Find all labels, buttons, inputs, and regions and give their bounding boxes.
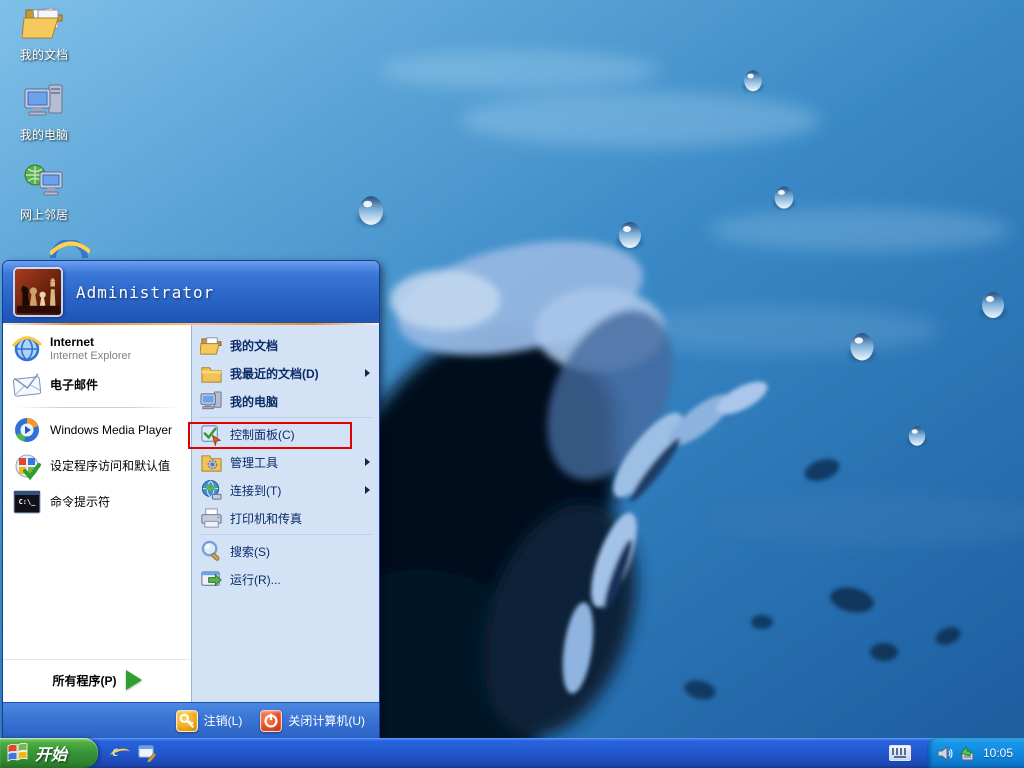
desktop-icon-label: 我的文档	[6, 49, 82, 62]
my-documents-icon	[22, 2, 66, 42]
language-bar-keyboard-icon[interactable]	[889, 745, 911, 761]
command-prompt-icon	[12, 487, 42, 517]
desktop-icon-my-computer[interactable]: 我的电脑	[6, 82, 82, 142]
menu-item-title: Internet	[50, 335, 131, 350]
start-button-label: 开始	[35, 741, 67, 765]
quick-launch-show-desktop[interactable]	[138, 744, 156, 762]
menu-item-subtitle: Internet Explorer	[50, 350, 131, 363]
system-tray: 10:05	[927, 738, 1024, 768]
menu-item-my-documents[interactable]: 我的文档	[192, 331, 379, 359]
menu-item-my-computer[interactable]: 我的电脑	[192, 387, 379, 415]
menu-item-connect-to[interactable]: 连接到(T)	[192, 476, 379, 504]
menu-item-label: 连接到(T)	[230, 482, 281, 499]
recent-documents-icon	[200, 362, 223, 385]
user-avatar[interactable]	[13, 267, 63, 317]
quick-launch-internet-explorer[interactable]	[112, 744, 130, 762]
volume-icon[interactable]	[936, 745, 953, 762]
menu-item-admin-tools[interactable]: 管理工具	[192, 448, 379, 476]
my-computer-icon	[200, 390, 223, 413]
desktop-icon-network-places[interactable]: 网上邻居	[6, 162, 82, 222]
start-menu-pinned-column: Internet Internet Explorer 电子邮件	[3, 325, 191, 702]
media-player-icon	[12, 415, 42, 445]
all-programs-label: 所有程序(P)	[53, 672, 117, 689]
connect-to-icon	[200, 479, 223, 502]
internet-explorer-icon	[12, 334, 42, 364]
my-documents-icon	[200, 334, 223, 357]
all-programs-button[interactable]: 所有程序(P)	[3, 659, 191, 702]
run-icon	[200, 568, 223, 591]
desktop: 我的文档 我的电脑 网上邻居	[0, 0, 1024, 768]
chess-avatar-image	[15, 269, 61, 315]
menu-item-email[interactable]: 电子邮件	[3, 367, 191, 403]
menu-item-title: 命令提示符	[50, 495, 110, 510]
show-desktop-icon	[138, 744, 156, 762]
quick-launch-bar	[112, 744, 156, 762]
menu-item-windows-media-player[interactable]: Windows Media Player	[3, 412, 191, 448]
all-programs-arrow-icon	[126, 670, 142, 690]
menu-item-title: 设定程序访问和默认值	[50, 459, 170, 474]
menu-item-recent-documents[interactable]: 我最近的文档(D)	[192, 359, 379, 387]
desktop-icon-label: 我的电脑	[6, 129, 82, 142]
user-name: Administrator	[76, 283, 214, 302]
menu-separator	[199, 417, 372, 418]
menu-item-command-prompt[interactable]: C:\_ 命令提示符	[3, 484, 191, 520]
menu-item-control-panel[interactable]: 控制面板(C)	[192, 420, 379, 448]
menu-item-title: Windows Media Player	[50, 423, 172, 438]
program-access-icon	[12, 451, 42, 481]
menu-item-internet[interactable]: Internet Internet Explorer	[3, 331, 191, 367]
desktop-icon-my-documents[interactable]: 我的文档	[6, 2, 82, 62]
menu-item-label: 打印机和传真	[230, 510, 302, 527]
printer-icon	[200, 507, 223, 530]
submenu-arrow-icon	[365, 486, 370, 494]
submenu-arrow-icon	[365, 369, 370, 377]
start-button[interactable]: 开始	[0, 738, 98, 768]
network-places-icon	[22, 162, 66, 202]
menu-item-printers-faxes[interactable]: 打印机和传真	[192, 504, 379, 532]
shutdown-label: 关闭计算机(U)	[288, 712, 365, 729]
control-panel-icon	[200, 423, 223, 446]
menu-separator	[15, 407, 179, 408]
windows-logo-icon	[7, 743, 28, 764]
start-menu-places-column: 我的文档 我最近的文档(D)	[191, 325, 379, 702]
internet-explorer-desktop-icon-partial[interactable]	[50, 240, 90, 260]
safely-remove-hardware-icon[interactable]	[958, 745, 975, 762]
logoff-button[interactable]: 注销(L)	[176, 710, 243, 732]
email-icon	[12, 370, 42, 400]
menu-item-run[interactable]: 运行(R)...	[192, 565, 379, 593]
menu-item-label: 控制面板(C)	[230, 426, 295, 443]
admin-tools-icon	[200, 451, 223, 474]
shutdown-button[interactable]: 关闭计算机(U)	[260, 710, 365, 732]
menu-item-title: 电子邮件	[50, 378, 98, 393]
taskbar-clock[interactable]: 10:05	[983, 746, 1013, 760]
logoff-key-icon	[176, 710, 198, 732]
menu-item-label: 我的文档	[230, 337, 278, 354]
menu-item-program-access-defaults[interactable]: 设定程序访问和默认值	[3, 448, 191, 484]
menu-item-label: 搜索(S)	[230, 543, 270, 560]
shutdown-power-icon	[260, 710, 282, 732]
submenu-arrow-icon	[365, 458, 370, 466]
search-icon	[200, 540, 223, 563]
menu-item-label: 我的电脑	[230, 393, 278, 410]
desktop-icon-label: 网上邻居	[6, 209, 82, 222]
my-computer-icon	[22, 82, 66, 122]
menu-item-label: 运行(R)...	[230, 571, 281, 588]
start-menu-footer: 注销(L) 关闭计算机(U)	[3, 702, 379, 738]
menu-separator	[199, 534, 372, 535]
logoff-label: 注销(L)	[204, 712, 243, 729]
start-menu: Administrator Internet Internet Explorer	[2, 260, 380, 738]
menu-item-search[interactable]: 搜索(S)	[192, 537, 379, 565]
menu-item-label: 我最近的文档(D)	[230, 365, 319, 382]
menu-item-label: 管理工具	[230, 454, 278, 471]
internet-explorer-icon	[112, 743, 119, 760]
taskbar: 开始	[0, 738, 1024, 768]
start-menu-header: Administrator	[3, 261, 379, 323]
